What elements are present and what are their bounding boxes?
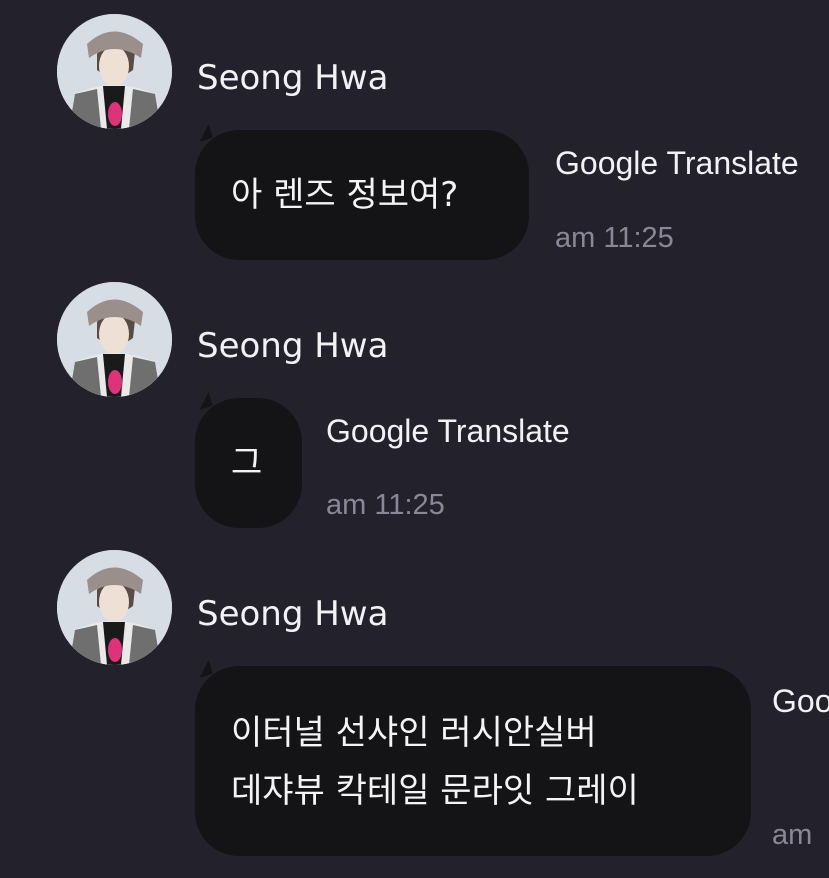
message-text: 아 렌즈 정보여?	[231, 175, 459, 215]
avatar[interactable]	[57, 14, 172, 129]
message-bubble[interactable]: 그	[195, 392, 302, 528]
message-bubble[interactable]: 아 렌즈 정보여?	[195, 124, 529, 260]
avatar[interactable]	[57, 282, 172, 397]
avatar[interactable]	[57, 550, 172, 665]
message-text-line: 데쟈뷰 칵테일 문라잇 그레이	[231, 771, 639, 811]
timestamp: am 11:25	[326, 489, 445, 521]
message-bubble[interactable]: 이터널 선샤인 러시안실버 데쟈뷰 칵테일 문라잇 그레이	[195, 660, 751, 856]
sender-name: Seong Hwa	[197, 594, 389, 634]
bubble-tail	[195, 392, 213, 410]
profile-photo-icon	[57, 282, 172, 397]
bubble-tail	[195, 660, 213, 678]
google-translate-link[interactable]: Google Translate	[555, 144, 799, 182]
sender-name: Seong Hwa	[197, 326, 389, 366]
google-translate-link[interactable]: Goo	[772, 682, 829, 720]
timestamp: am	[772, 819, 813, 851]
bubble-tail	[195, 124, 213, 142]
profile-photo-icon	[57, 550, 172, 665]
google-translate-link[interactable]: Google Translate	[326, 412, 570, 450]
sender-name: Seong Hwa	[197, 58, 389, 98]
profile-photo-icon	[57, 14, 172, 129]
message-text: 그	[231, 443, 263, 483]
timestamp: am 11:25	[555, 222, 674, 254]
message-text-line: 이터널 선샤인 러시안실버	[231, 713, 597, 753]
